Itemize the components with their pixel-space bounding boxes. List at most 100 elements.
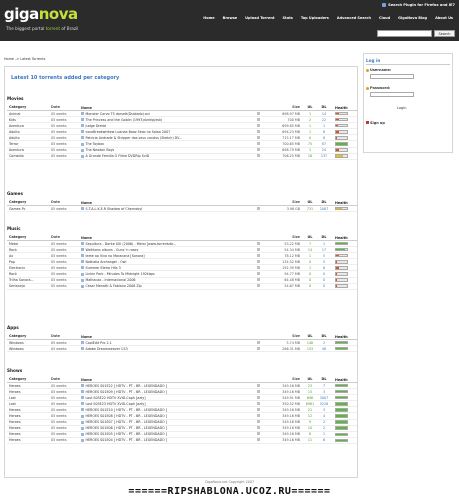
column-header-health[interactable]: Health xyxy=(331,334,357,339)
download-icon[interactable] xyxy=(257,389,260,393)
category-link[interactable]: Rock xyxy=(7,248,51,252)
password-field[interactable] xyxy=(370,92,414,97)
category-link[interactable]: Heroes xyxy=(7,438,51,442)
torrent-name-link[interactable]: Lost S03E22 HDTV XViD-Caph [azty] xyxy=(86,396,146,400)
download-icon[interactable] xyxy=(257,401,260,405)
username-field[interactable] xyxy=(370,74,414,79)
column-header-ul[interactable]: UL xyxy=(303,235,317,240)
download-icon[interactable] xyxy=(257,111,260,115)
column-header-category[interactable]: Category xyxy=(7,377,51,382)
column-header-health[interactable]: Health xyxy=(331,235,357,240)
download-icon[interactable] xyxy=(257,407,260,411)
torrent-name-link[interactable]: HEROES S01E08 [ HDTV - PT - BR - LEGENDA… xyxy=(86,414,168,418)
download-icon[interactable] xyxy=(257,123,260,127)
category-link[interactable]: Heroes xyxy=(7,432,51,436)
torrent-name-link[interactable]: The Newton Boys xyxy=(86,148,115,152)
nav-top-uploaders[interactable]: Top Uploaders xyxy=(297,15,333,22)
torrent-name-link[interactable]: HEROES S01E07 [ HDTV - PT - BR - LEGENDA… xyxy=(86,420,168,424)
breadcrumb[interactable]: Home -> Latest Torrents xyxy=(4,57,45,61)
torrent-name-link[interactable]: Malhacao - Internacional 2006 xyxy=(86,278,136,282)
download-icon[interactable] xyxy=(257,414,260,418)
search-plugin-link[interactable]: Search Plugin for Firefox and IE7 xyxy=(382,3,455,7)
column-header-ul[interactable]: UL xyxy=(303,377,317,382)
column-header-date[interactable]: Date xyxy=(51,105,81,110)
download-icon[interactable] xyxy=(257,247,260,251)
torrent-name-link[interactable]: The Princess and the Goblin (1993)dvdrip… xyxy=(86,118,163,122)
column-header-category[interactable]: Category xyxy=(7,334,51,339)
nav-giganova-blog[interactable]: GigaNova Blog xyxy=(394,15,431,22)
category-link[interactable]: Heroes xyxy=(7,384,51,388)
category-link[interactable]: Lost xyxy=(7,402,51,406)
column-header-name[interactable]: Name xyxy=(81,334,257,339)
column-header-category[interactable]: Category xyxy=(7,105,51,110)
download-icon[interactable] xyxy=(257,117,260,121)
torrent-name-link[interactable]: HEROES S01E06 [ HDTV - PT - BR - LEGENDA… xyxy=(86,426,168,430)
column-header-name[interactable]: Name xyxy=(81,200,257,205)
category-link[interactable]: Animal xyxy=(7,112,51,116)
download-icon[interactable] xyxy=(257,278,260,282)
nav-upload-torrent[interactable]: Upload Torrent xyxy=(241,15,278,22)
nav-advanced-search[interactable]: Advanced Search xyxy=(333,15,375,22)
torrent-name-link[interactable]: HEROES S01E05 [ HDTV - PT - BR - LEGENDA… xyxy=(86,432,168,436)
column-header-dl[interactable]: DL xyxy=(317,105,331,110)
category-link[interactable]: Windows xyxy=(7,341,51,345)
column-header-size[interactable]: Size xyxy=(269,235,303,240)
column-header-size[interactable]: Size xyxy=(269,377,303,382)
torrent-name-link[interactable]: HEROES S01E09 [ HDTV - PT - BR - LEGENDA… xyxy=(86,390,168,394)
download-icon[interactable] xyxy=(257,346,260,350)
download-icon[interactable] xyxy=(257,426,260,430)
column-header-size[interactable]: Size xyxy=(269,334,303,339)
search-input[interactable] xyxy=(377,30,432,37)
download-icon[interactable] xyxy=(257,253,260,257)
column-header-ul[interactable]: UL xyxy=(303,200,317,205)
torrent-name-link[interactable]: Linkin Park - Minutes To Midnight 192kbp… xyxy=(86,272,155,276)
download-icon[interactable] xyxy=(257,438,260,442)
column-header-name[interactable]: Name xyxy=(81,377,257,382)
torrent-name-link[interactable]: Nathalia Archangel - Owl xyxy=(86,260,127,264)
signup-link[interactable]: Sign up xyxy=(370,121,385,125)
torrent-name-link[interactable]: HEROES S01E10 [ HDTV - PT - BR - LEGENDA… xyxy=(86,408,168,412)
column-header-name[interactable]: Name xyxy=(81,235,257,240)
download-icon[interactable] xyxy=(257,259,260,263)
torrent-name-link[interactable]: The Toybox xyxy=(86,142,105,146)
download-icon[interactable] xyxy=(257,272,260,276)
column-header-dl[interactable]: DL xyxy=(317,235,331,240)
category-link[interactable]: Metal xyxy=(7,242,51,246)
download-icon[interactable] xyxy=(257,265,260,269)
column-header-size[interactable]: Size xyxy=(269,200,303,205)
torrent-name-link[interactable]: cocoBreakwhitew Luanda Boaz Sexo no Sala… xyxy=(86,130,171,134)
column-header-health[interactable]: Health xyxy=(331,105,357,110)
torrent-name-link[interactable]: Cesar Menotti & Fabiano 2006 Zip xyxy=(86,284,142,288)
download-icon[interactable] xyxy=(257,206,260,210)
login-button[interactable]: Login xyxy=(397,106,406,110)
download-icon[interactable] xyxy=(257,284,260,288)
torrent-name-link[interactable]: A Grande Familia O Filme DVDRip XviD xyxy=(86,154,150,158)
category-link[interactable]: Adulto xyxy=(7,130,51,134)
category-link[interactable]: Heroes xyxy=(7,390,51,394)
download-icon[interactable] xyxy=(257,154,260,158)
category-link[interactable]: Adulto xyxy=(7,136,51,140)
category-link[interactable]: Aventura xyxy=(7,124,51,128)
download-icon[interactable] xyxy=(257,340,260,344)
category-link[interactable]: Sertanejo xyxy=(7,284,51,288)
torrent-name-link[interactable]: Adobe Dreamweaver CS3 xyxy=(86,347,128,351)
torrent-name-link[interactable]: Summer Eletro Hits 3 xyxy=(86,266,121,270)
category-link[interactable]: Heroes xyxy=(7,408,51,412)
column-header-ul[interactable]: UL xyxy=(303,334,317,339)
column-header-dl[interactable]: DL xyxy=(317,200,331,205)
category-link[interactable]: Aventura xyxy=(7,148,51,152)
category-link[interactable]: Lost xyxy=(7,396,51,400)
download-icon[interactable] xyxy=(257,142,260,146)
torrent-name-link[interactable]: S.T.A.L.K.E.R Shadow of Chernobyl xyxy=(86,207,143,211)
download-icon[interactable] xyxy=(257,241,260,245)
category-link[interactable]: Heroes xyxy=(7,420,51,424)
category-link[interactable]: Comedia xyxy=(7,154,51,158)
download-icon[interactable] xyxy=(257,383,260,387)
column-header-date[interactable]: Date xyxy=(51,235,81,240)
category-link[interactable]: Games Pc xyxy=(7,207,51,211)
column-header-name[interactable]: Name xyxy=(81,105,257,110)
nav-home[interactable]: Home xyxy=(199,15,218,22)
column-header-dl[interactable]: DL xyxy=(317,334,331,339)
download-icon[interactable] xyxy=(257,432,260,436)
torrent-name-link[interactable]: Monster Corvo TS dorsett(Dublado).avi xyxy=(86,112,150,116)
